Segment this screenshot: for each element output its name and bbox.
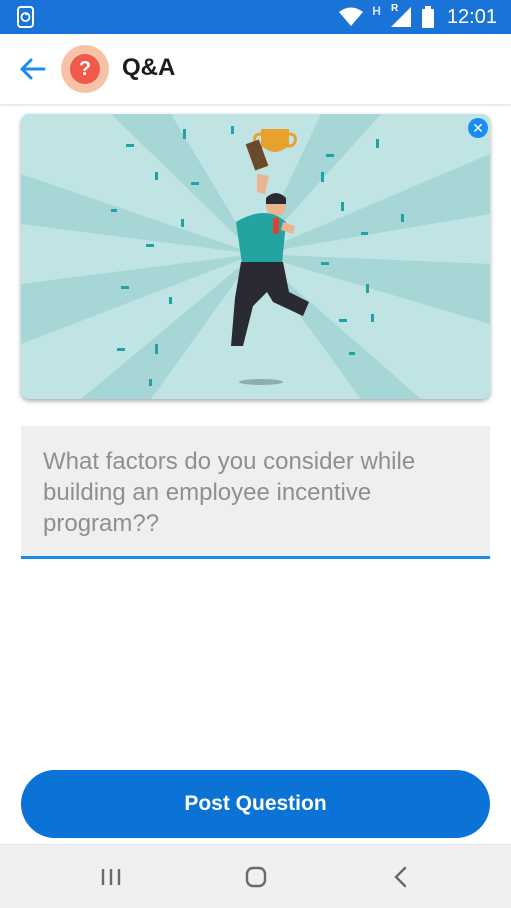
arrow-left-icon[interactable]: [14, 54, 50, 84]
question-text[interactable]: What factors do you consider while build…: [43, 446, 463, 539]
wifi-icon: [339, 7, 364, 26]
question-mark-icon: ?: [70, 54, 100, 84]
qa-avatar: ?: [61, 45, 109, 93]
home-icon[interactable]: [236, 857, 276, 897]
sync-phone-icon: [17, 6, 34, 28]
back-icon[interactable]: [381, 857, 421, 897]
roaming-label: R: [390, 3, 399, 14]
recent-apps-icon[interactable]: [91, 857, 131, 897]
app-bar: ? Q&A: [0, 34, 511, 105]
post-question-button[interactable]: Post Question: [21, 770, 490, 838]
status-bar: H R 12:01: [0, 0, 511, 34]
system-nav-bar: [0, 844, 511, 908]
status-time: 12:01: [446, 6, 497, 28]
battery-icon: [421, 6, 434, 28]
close-icon[interactable]: ✕: [468, 118, 488, 138]
celebration-illustration: [21, 114, 490, 399]
page-title: Q&A: [122, 54, 176, 81]
banner-image: ✕: [21, 114, 490, 399]
question-input[interactable]: What factors do you consider while build…: [21, 426, 490, 559]
network-type-label: H: [372, 4, 381, 18]
signal-icon: R: [389, 3, 413, 29]
